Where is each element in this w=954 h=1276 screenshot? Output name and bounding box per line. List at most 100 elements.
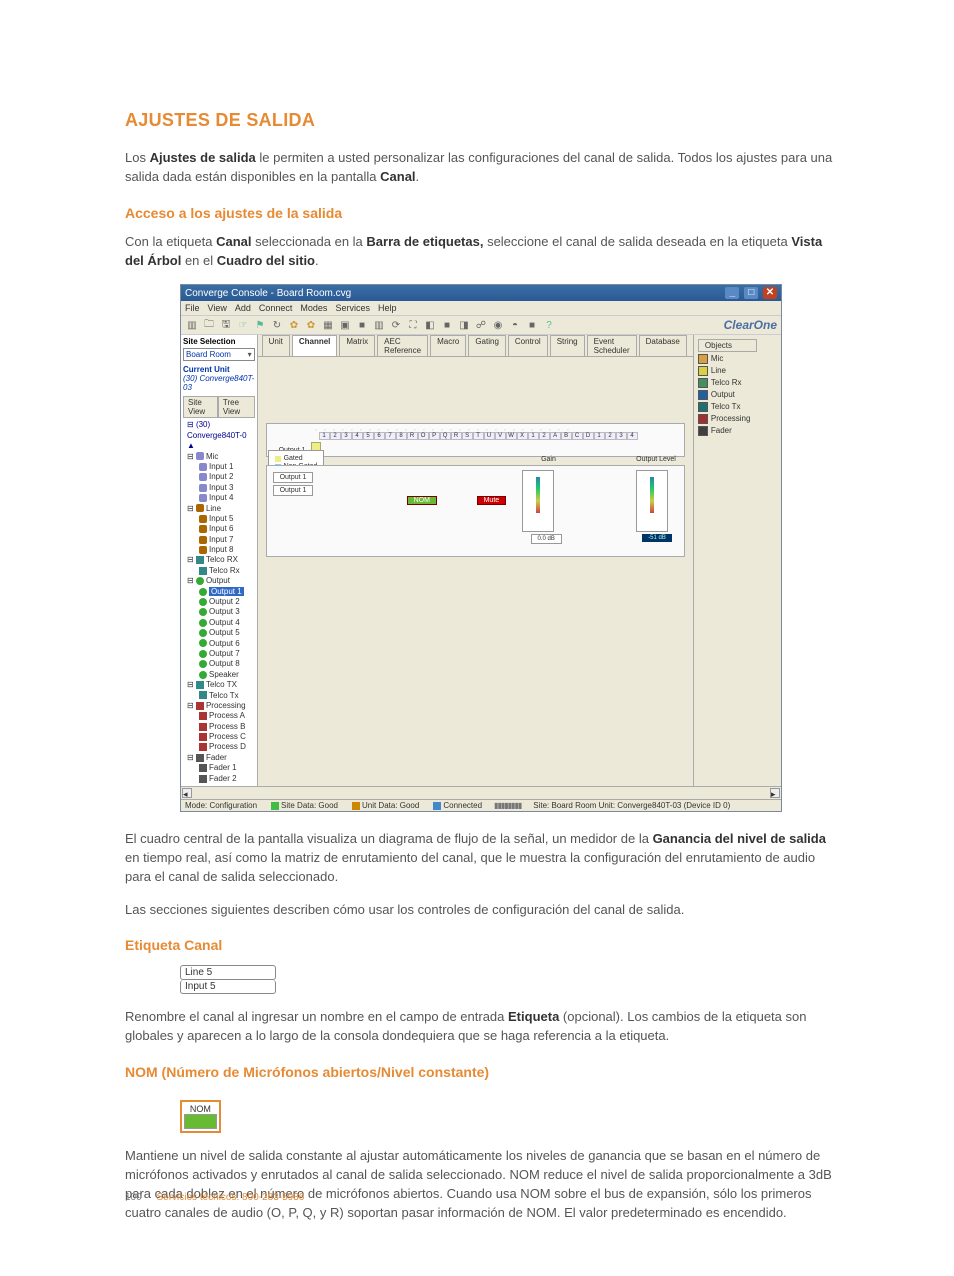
output-level-value: -51 dB [642,534,672,542]
toolbar-icon[interactable]: ☞ [236,318,250,332]
tree-item[interactable]: Input 6 [199,524,255,534]
tab-string[interactable]: String [550,335,585,356]
tab-gating[interactable]: Gating [468,335,506,356]
object-mic[interactable]: Mic [698,354,777,364]
toolbar-icon[interactable]: ✿ [287,318,301,332]
tree-group-processing[interactable]: ⊟ Processing [187,701,255,711]
tree-group-mic[interactable]: ⊟ Mic [187,452,255,462]
tree-item[interactable]: Input 3 [199,483,255,493]
tree-root[interactable]: ⊟ (30) Converge840T-0 ▲ [187,420,255,451]
menu-connect[interactable]: Connect [259,303,293,313]
tab-database[interactable]: Database [639,335,687,356]
tree-item[interactable]: Output 6 [199,639,255,649]
bold: Cuadro del sitio [217,253,315,268]
object-telcotx[interactable]: Telco Tx [698,402,777,412]
toolbar-icon[interactable]: ◉ [491,318,505,332]
site-selection-dropdown[interactable]: Board Room [183,348,255,361]
maximize-icon[interactable]: □ [744,287,758,299]
menu-view[interactable]: View [208,303,227,313]
tree-group-output[interactable]: ⊟ Output [187,576,255,586]
menu-file[interactable]: File [185,303,200,313]
tree-item[interactable]: Input 2 [199,472,255,482]
tab-control[interactable]: Control [508,335,548,356]
tab-matrix[interactable]: Matrix [339,335,375,356]
object-telcorx[interactable]: Telco Rx [698,378,777,388]
minimize-icon[interactable]: _ [725,287,739,299]
label-field-1[interactable]: Line 5 [180,965,276,980]
toolbar-icon[interactable]: ◧ [423,318,437,332]
tree-group-line[interactable]: ⊟ Line [187,504,255,514]
scroll-left-icon[interactable]: ◂ [182,788,192,798]
tab-event[interactable]: Event Scheduler [587,335,637,356]
help-icon[interactable]: ? [542,318,556,332]
toolbar-icon[interactable]: ■ [440,318,454,332]
routing-matrix[interactable]: ····························· 12345678RO… [266,423,685,457]
scroll-right-icon[interactable]: ▸ [770,788,780,798]
toolbar-icon[interactable]: 🖫 [219,318,233,332]
tree-item[interactable]: Input 8 [199,545,255,555]
toolbar-icon[interactable]: ▣ [338,318,352,332]
tree-item[interactable]: Input 4 [199,493,255,503]
tree-item[interactable]: Output 3 [199,607,255,617]
tree-group-telcotx[interactable]: ⊟ Telco TX [187,680,255,690]
tab-unit[interactable]: Unit [262,335,290,356]
menu-services[interactable]: Services [335,303,370,313]
tree-item[interactable]: Input 7 [199,535,255,545]
tree-item[interactable]: Fader 2 [199,774,255,784]
page-footer: 100 Servicios técnicos: 800-283-5936 [125,1192,304,1203]
menu-modes[interactable]: Modes [300,303,327,313]
tree-item[interactable]: Process D [199,742,255,752]
toolbar-icon[interactable]: ▥ [185,318,199,332]
toolbar-icon[interactable]: ◨ [457,318,471,332]
tree-item[interactable]: Output 4 [199,618,255,628]
menu-add[interactable]: Add [235,303,251,313]
toolbar-icon[interactable]: ▥ [372,318,386,332]
tree-item[interactable]: Speaker [199,670,255,680]
object-fader[interactable]: Fader [698,426,777,436]
tree-item[interactable]: Output 8 [199,659,255,669]
toolbar-icon[interactable]: ⛶ [406,318,420,332]
toolbar-icon[interactable]: ▦ [321,318,335,332]
tab-aec[interactable]: AEC Reference [377,335,428,356]
tab-channel[interactable]: Channel [292,335,338,356]
channel-label-fields[interactable]: Output 1 Output 1 [273,472,314,498]
mute-button[interactable]: Mute [477,496,507,505]
objects-tab[interactable]: Objects [698,339,757,352]
tree-group-telcorx[interactable]: ⊟ Telco RX [187,555,255,565]
tree-item[interactable]: Output 2 [199,597,255,607]
tree-group-fader[interactable]: ⊟ Fader [187,753,255,763]
tree-item[interactable]: Process A [199,711,255,721]
object-line[interactable]: Line [698,366,777,376]
menu-help[interactable]: Help [378,303,397,313]
gain-value[interactable]: 0.0 dB [531,534,562,544]
tree-item[interactable]: Telco Tx [199,691,255,701]
toolbar-icon[interactable]: ⟳ [389,318,403,332]
gain-meter[interactable] [522,470,554,532]
toolbar-icon[interactable]: ↻ [270,318,284,332]
tree-item[interactable]: Input 1 [199,462,255,472]
tree-item[interactable]: Process C [199,732,255,742]
toolbar-icon[interactable]: ✿ [304,318,318,332]
tree-item[interactable]: Telco Rx [199,566,255,576]
toolbar-icon[interactable]: ☍ [474,318,488,332]
toolbar-icon[interactable]: ◓ [508,318,522,332]
toolbar-icon[interactable]: ⚑ [253,318,267,332]
tab-tree-view[interactable]: Tree View [218,396,255,418]
tree-item[interactable]: Input 5 [199,514,255,524]
object-output[interactable]: Output [698,390,777,400]
toolbar-icon[interactable]: ■ [525,318,539,332]
label-field-2[interactable]: Input 5 [180,980,276,994]
close-icon[interactable]: ✕ [763,287,777,299]
toolbar-icon[interactable]: 🗀 [202,318,216,332]
tab-macro[interactable]: Macro [430,335,466,356]
toolbar-icon[interactable]: ■ [355,318,369,332]
tree-item[interactable]: Output 5 [199,628,255,638]
tree-item[interactable]: Fader 1 [199,763,255,773]
tree-item[interactable]: Output 7 [199,649,255,659]
tree-item-selected[interactable]: Output 1 [199,587,255,597]
tab-site-view[interactable]: Site View [183,396,218,418]
tree-item[interactable]: Process B [199,722,255,732]
nom-button[interactable]: NOM [407,496,437,505]
nom-toggle[interactable] [184,1114,217,1129]
object-processing[interactable]: Processing [698,414,777,424]
